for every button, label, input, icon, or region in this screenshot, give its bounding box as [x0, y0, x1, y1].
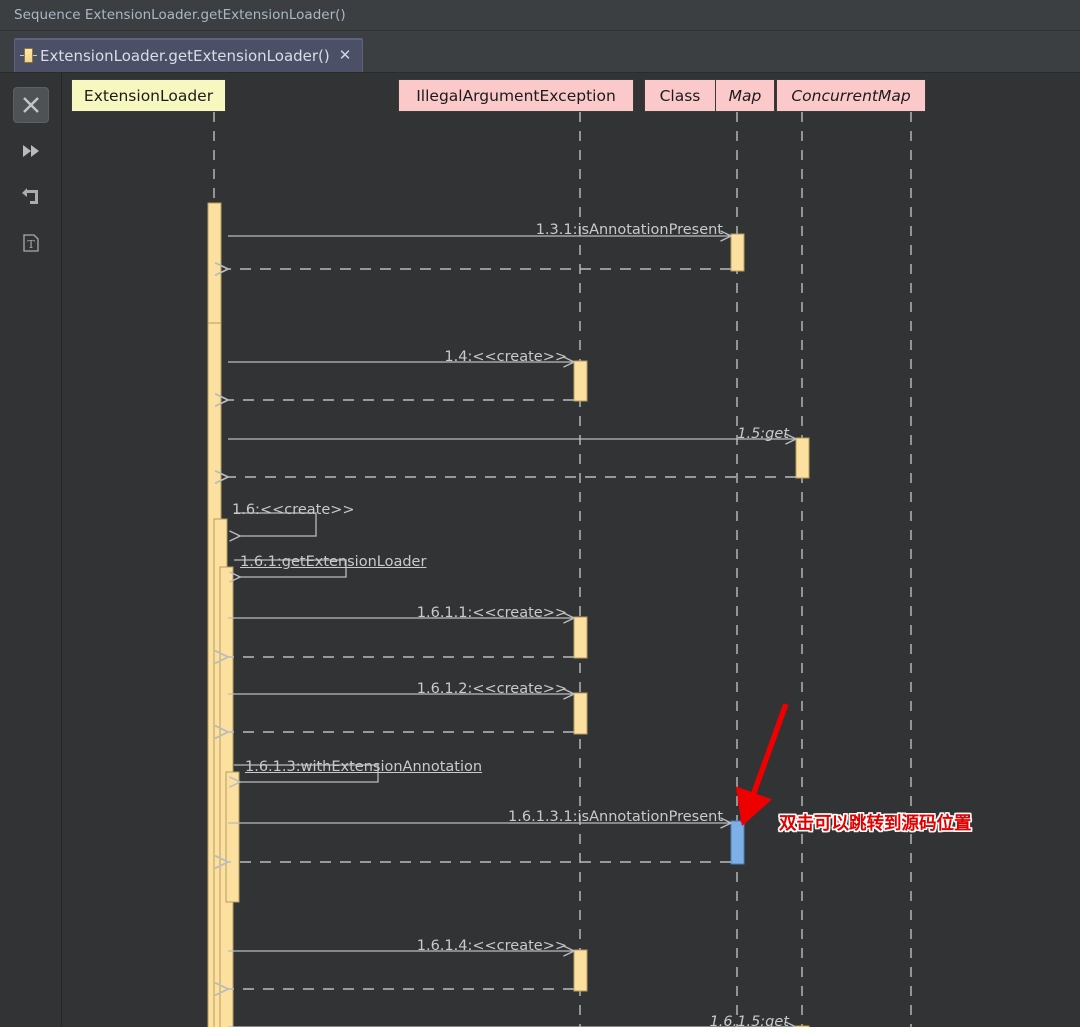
- window-title-bar: Sequence ExtensionLoader.getExtensionLoa…: [0, 0, 1080, 31]
- participant-header-map[interactable]: Map: [715, 79, 775, 112]
- tab-strip: ExtensionLoader.getExtensionLoader() ✕: [0, 31, 1080, 73]
- participant-header-illegalargumentexception[interactable]: IllegalArgumentException: [398, 79, 634, 112]
- annotation-arrow: [735, 703, 789, 827]
- message-label-1.6.1.3.1[interactable]: 1.6.1.3.1:isAnnotationPresent: [508, 809, 723, 825]
- message-label-1.6[interactable]: 1.6:<<create>>: [232, 502, 355, 518]
- window-title: Sequence ExtensionLoader.getExtensionLoa…: [14, 7, 346, 23]
- activation-bar-class-10[interactable]: [730, 820, 745, 865]
- activation-bar-extensionloader-0[interactable]: [207, 202, 222, 324]
- activation-bar-extensionloader-4[interactable]: [225, 771, 240, 903]
- participant-header-class[interactable]: Class: [644, 79, 716, 112]
- activation-bar-illegalargumentexception-8[interactable]: [573, 616, 588, 659]
- fast-forward-icon: [22, 145, 39, 157]
- sequence-diagram-canvas[interactable]: ExtensionLoader IllegalArgumentException C…: [62, 73, 1080, 1027]
- activation-bar-illegalargumentexception-11[interactable]: [573, 949, 588, 992]
- activation-bar-class-5[interactable]: [730, 233, 745, 272]
- sequence-diagram-icon: [20, 48, 37, 63]
- svg-text:T: T: [27, 238, 35, 251]
- message-label-1.6.1.4[interactable]: 1.6.1.4:<<create>>: [417, 938, 567, 954]
- annotation-arrow-layer: [735, 703, 789, 827]
- activation-bar-illegalargumentexception-6[interactable]: [573, 360, 588, 402]
- message-label-1.6.1.3[interactable]: 1.6.1.3:withExtensionAnnotation: [245, 759, 482, 775]
- message-label-1.4[interactable]: 1.4:<<create>>: [444, 349, 567, 365]
- annotation-note: 双击可以跳转到源码位置: [779, 814, 972, 834]
- message-label-1.3.1[interactable]: 1.3.1:isAnnotationPresent: [536, 222, 723, 238]
- tab-extensionloader-getextensionloader[interactable]: ExtensionLoader.getExtensionLoader() ✕: [14, 38, 364, 72]
- diagram-graphics: [207, 112, 912, 1027]
- participant-header-extensionloader[interactable]: ExtensionLoader: [71, 79, 226, 112]
- expand-all-button[interactable]: [13, 133, 49, 169]
- message-label-1.6.1[interactable]: 1.6.1:getExtensionLoader: [240, 554, 426, 570]
- message-label-1.6.1.1[interactable]: 1.6.1.1:<<create>>: [417, 605, 567, 621]
- close-diagram-button[interactable]: [12, 87, 49, 123]
- message-label-1.5[interactable]: 1.5:get: [737, 426, 789, 442]
- text-mode-button[interactable]: T: [13, 225, 49, 261]
- export-arrow-icon: [21, 188, 38, 204]
- close-icon[interactable]: ✕: [339, 48, 352, 63]
- diagram-toolbar: T: [0, 73, 62, 1027]
- editor-body: T ExtensionLoader IllegalArgumentExcepti…: [0, 73, 1080, 1027]
- text-document-icon: T: [22, 234, 39, 252]
- activation-bar-map-7[interactable]: [795, 437, 810, 479]
- export-button[interactable]: [13, 179, 49, 215]
- tab-label: ExtensionLoader.getExtensionLoader(): [40, 46, 330, 65]
- message-label-1.6.1.5[interactable]: 1.6.1.5:get: [710, 1014, 789, 1027]
- participant-header-concurrentmap[interactable]: ConcurrentMap: [776, 79, 926, 112]
- close-icon: [22, 97, 39, 113]
- activation-bar-illegalargumentexception-9[interactable]: [573, 692, 588, 735]
- message-label-1.6.1.2[interactable]: 1.6.1.2:<<create>>: [417, 681, 567, 697]
